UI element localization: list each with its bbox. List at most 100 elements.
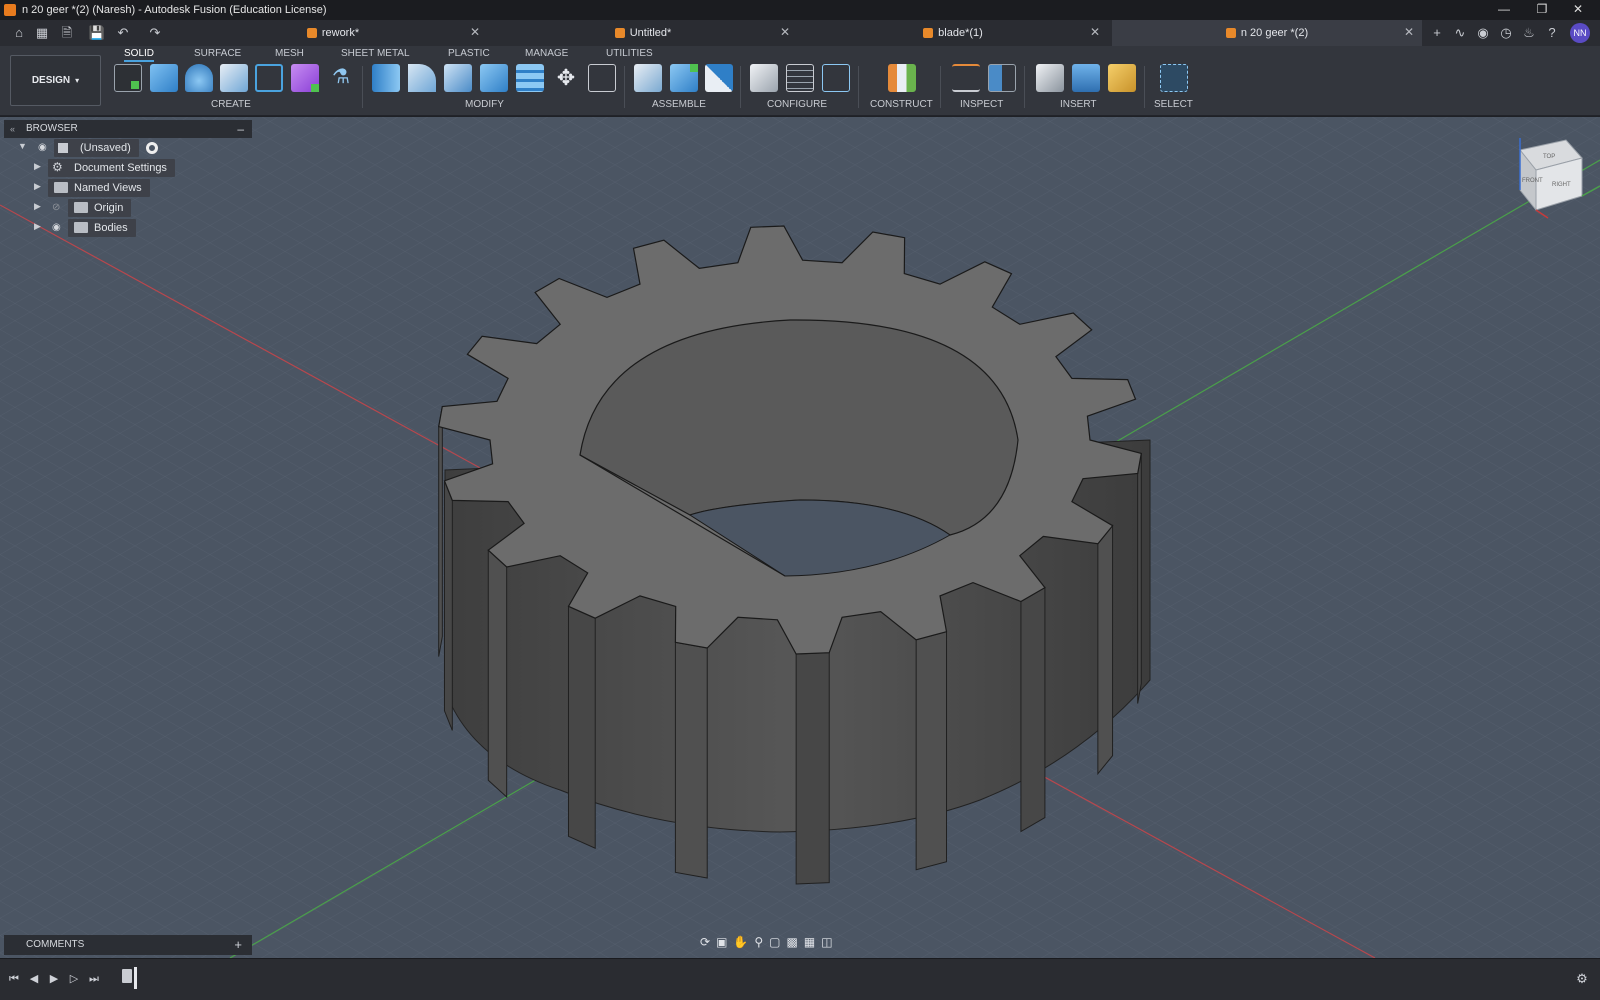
play-icon[interactable]: ▶ xyxy=(46,971,62,987)
file-menu-icon[interactable]: 🗎 xyxy=(58,24,76,42)
offset-plane-icon[interactable] xyxy=(888,64,916,92)
shell-icon[interactable] xyxy=(444,64,472,92)
viewports-icon[interactable]: ◫ xyxy=(821,935,832,949)
configuration-rules-icon[interactable] xyxy=(822,64,850,92)
zoom-icon[interactable]: ⚲ xyxy=(754,935,763,949)
step-back-icon[interactable]: ◀ xyxy=(26,971,42,987)
as-built-joint-icon[interactable] xyxy=(705,64,733,92)
close-tab-icon[interactable]: ✕ xyxy=(780,25,790,39)
create-menu[interactable]: CREATE xyxy=(211,99,251,110)
display-settings-icon[interactable]: ▩ xyxy=(787,935,798,949)
hole-icon[interactable] xyxy=(220,64,248,92)
derive-icon[interactable]: ⚗ xyxy=(327,64,355,92)
revolve-icon[interactable] xyxy=(185,64,213,92)
home-icon[interactable]: ⌂ xyxy=(10,24,28,42)
tab-n-20-geer[interactable]: n 20 geer *(2) ✕ xyxy=(1112,20,1422,46)
close-tab-icon[interactable]: ✕ xyxy=(470,25,480,39)
tab-surface[interactable]: SURFACE xyxy=(194,48,241,62)
tab-untitled[interactable]: Untitled* ✕ xyxy=(488,20,798,46)
pan-hand-icon[interactable]: ✋ xyxy=(733,935,748,949)
extensions-icon[interactable]: ∿ xyxy=(1451,24,1469,42)
activate-radio-icon[interactable] xyxy=(146,142,158,154)
data-panel-grid-icon[interactable]: ▦ xyxy=(33,24,51,42)
modify-menu[interactable]: MODIFY xyxy=(465,99,504,110)
go-to-end-icon[interactable]: ⏭ xyxy=(86,971,102,987)
restore-icon[interactable]: ❐ xyxy=(1524,0,1560,20)
tab-mesh[interactable]: MESH xyxy=(275,48,304,62)
measure-icon[interactable] xyxy=(952,64,980,92)
minimize-panel-icon[interactable]: – xyxy=(237,120,244,138)
add-comment-icon[interactable]: + xyxy=(234,935,242,955)
go-to-start-icon[interactable]: ⏮ xyxy=(6,971,22,987)
insert-canvas-icon[interactable] xyxy=(1072,64,1100,92)
combine-icon[interactable] xyxy=(480,64,508,92)
configure-design-icon[interactable] xyxy=(750,64,778,92)
notifications-bell-icon[interactable]: ♨ xyxy=(1520,24,1538,42)
chevron-right-icon[interactable]: ▶ xyxy=(34,201,41,212)
timeline-feature-icon[interactable] xyxy=(122,969,132,983)
job-status-icon[interactable]: ◷ xyxy=(1497,24,1515,42)
extrude-icon[interactable] xyxy=(150,64,178,92)
timeline-marker[interactable] xyxy=(134,967,137,989)
construct-menu[interactable]: CONSTRUCT xyxy=(870,99,933,110)
look-at-icon[interactable]: ▣ xyxy=(716,935,727,949)
redo-icon[interactable]: ↷ xyxy=(146,24,164,42)
visibility-eye-icon[interactable]: ◉ xyxy=(38,142,50,154)
chevron-down-icon[interactable]: ▼ xyxy=(18,141,27,151)
workspace-switcher-button[interactable]: DESIGN ▾ xyxy=(10,55,101,106)
insert-derive-icon[interactable] xyxy=(1036,64,1064,92)
tab-sheet-metal[interactable]: SHEET METAL xyxy=(341,48,410,62)
collapse-panel-icon[interactable]: « xyxy=(10,120,15,138)
undo-icon[interactable]: ↶ xyxy=(114,24,132,42)
inspect-menu[interactable]: INSPECT xyxy=(960,99,1003,110)
tab-solid[interactable]: SOLID xyxy=(124,48,155,62)
insert-menu[interactable]: INSERT xyxy=(1060,99,1097,110)
help-icon[interactable]: ? xyxy=(1543,24,1561,42)
canvas-viewport[interactable]: TOP FRONT RIGHT xyxy=(0,117,1600,958)
grid-settings-icon[interactable]: ▦ xyxy=(804,935,815,949)
tab-rework[interactable]: rework* ✕ xyxy=(178,20,488,46)
create-sketch-icon[interactable] xyxy=(114,64,142,92)
minimize-icon[interactable]: — xyxy=(1486,0,1522,20)
change-parameters-icon[interactable] xyxy=(588,64,616,92)
select-menu[interactable]: SELECT xyxy=(1154,99,1193,110)
configure-menu[interactable]: CONFIGURE xyxy=(767,99,827,110)
chevron-right-icon[interactable]: ▶ xyxy=(34,181,41,192)
select-box-icon[interactable] xyxy=(1160,64,1188,92)
tab-manage[interactable]: MANAGE xyxy=(525,48,568,62)
chevron-right-icon[interactable]: ▶ xyxy=(34,221,41,232)
timeline-settings-gear-icon[interactable]: ⚙ xyxy=(1574,971,1590,987)
create-form-icon[interactable] xyxy=(291,64,319,92)
close-tab-icon[interactable]: ✕ xyxy=(1404,25,1414,39)
browser-item-root[interactable]: ▼ ◉ (Unsaved) xyxy=(4,138,252,158)
tab-plastic[interactable]: PLASTIC xyxy=(448,48,490,62)
browser-item-named-views[interactable]: ▶ Named Views xyxy=(4,178,252,198)
move-copy-icon[interactable]: ✥ xyxy=(552,64,580,92)
hidden-eye-icon[interactable]: ⊘ xyxy=(52,202,64,214)
split-body-icon[interactable] xyxy=(516,64,544,92)
new-tab-icon[interactable]: + xyxy=(1428,24,1446,42)
tab-blade[interactable]: blade*(1) ✕ xyxy=(798,20,1108,46)
step-forward-icon[interactable]: ▷ xyxy=(66,971,82,987)
orbit-icon[interactable]: ⟳ xyxy=(700,935,710,949)
user-avatar[interactable]: NN xyxy=(1570,23,1590,43)
browser-item-bodies[interactable]: ▶ ◉ Bodies xyxy=(4,218,252,238)
tab-utilities[interactable]: UTILITIES xyxy=(606,48,653,62)
section-analysis-icon[interactable] xyxy=(988,64,1016,92)
assemble-menu[interactable]: ASSEMBLE xyxy=(652,99,706,110)
press-pull-icon[interactable] xyxy=(372,64,400,92)
joint-icon[interactable] xyxy=(670,64,698,92)
fillet-icon[interactable] xyxy=(408,64,436,92)
chevron-right-icon[interactable]: ▶ xyxy=(34,161,41,172)
fit-icon[interactable]: ▢ xyxy=(769,935,780,949)
browser-item-origin[interactable]: ▶ ⊘ Origin xyxy=(4,198,252,218)
browser-item-document-settings[interactable]: ▶ Document Settings ⚙ xyxy=(4,158,252,178)
online-status-icon[interactable]: ◉ xyxy=(1474,24,1492,42)
comments-panel[interactable]: COMMENTS + xyxy=(4,935,252,955)
close-window-icon[interactable]: ✕ xyxy=(1560,0,1596,20)
close-tab-icon[interactable]: ✕ xyxy=(1090,25,1100,39)
insert-mesh-icon[interactable] xyxy=(1108,64,1136,92)
visibility-eye-icon[interactable]: ◉ xyxy=(52,222,64,234)
new-component-icon[interactable] xyxy=(634,64,662,92)
model-canvas[interactable]: TOP FRONT RIGHT xyxy=(0,117,1600,958)
